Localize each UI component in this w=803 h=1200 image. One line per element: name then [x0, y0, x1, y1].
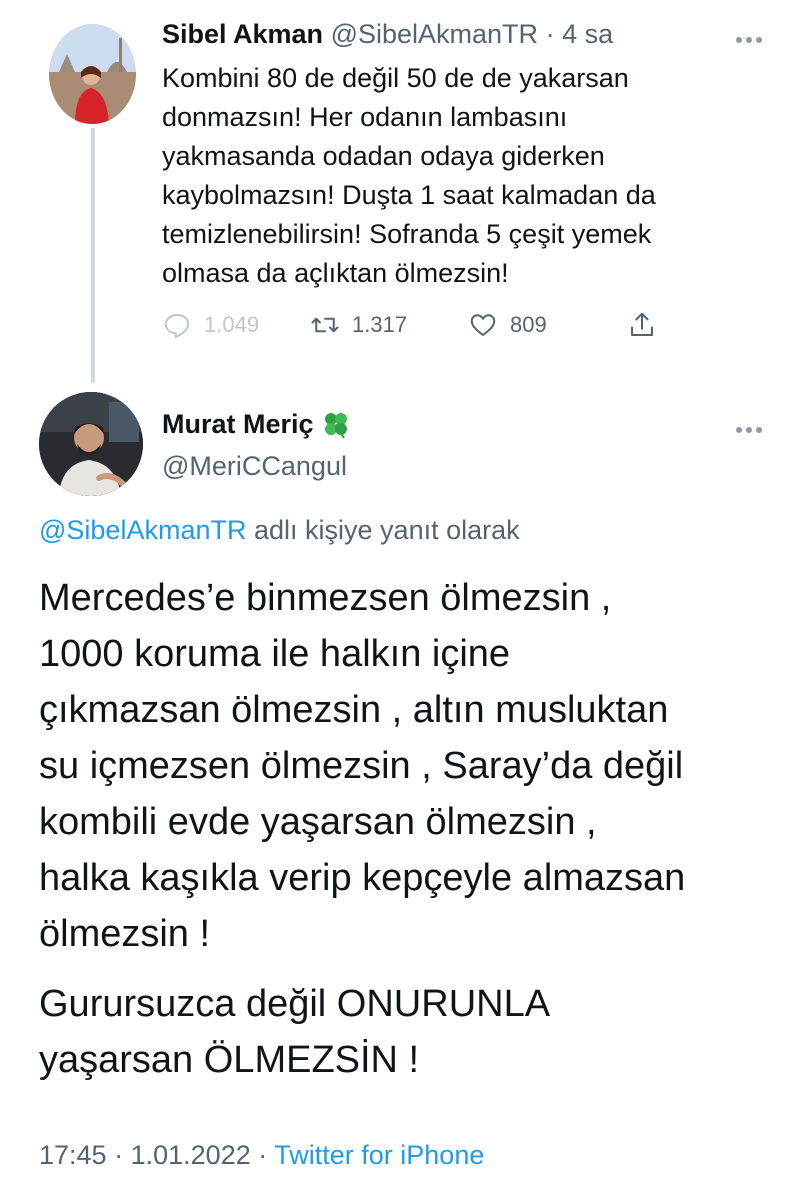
more-horizontal-icon	[736, 37, 762, 43]
tweet-text-line: temizlenebilirsin! Sofranda 5 çeşit yeme…	[162, 219, 652, 249]
reply-icon	[164, 313, 190, 339]
tweet-text-line: Mercedes’e binmezsen ölmezsin ,	[39, 577, 612, 619]
reply-button[interactable]: 1.049	[162, 310, 259, 340]
more-options-button[interactable]	[735, 24, 763, 50]
tweet-text-line: olmasa da açlıktan ölmezsin!	[162, 258, 509, 288]
author-name-row[interactable]: Murat Meriç	[162, 408, 352, 440]
parent-tweet-header: Sibel Akman @SibelAkmanTR · 4 sa	[162, 18, 613, 50]
retweet-icon	[311, 317, 339, 333]
replying-to-mention[interactable]: @SibelAkmanTR	[39, 515, 246, 545]
tweet-text-line: donmazsın! Her odanın lambasını	[162, 102, 568, 132]
more-horizontal-icon	[736, 427, 762, 433]
four-leaf-clover-icon	[324, 413, 347, 439]
tweet-text-line: kombili evde yaşarsan ölmezsin ,	[39, 801, 597, 843]
author-name[interactable]: Murat Meriç	[162, 409, 314, 440]
like-button[interactable]: 809	[468, 310, 547, 340]
tweet-text-line: kaybolmazsın! Duşta 1 saat kalmadan da	[162, 180, 656, 210]
tweet-text-line: 1000 koruma ile halkın içine	[39, 633, 511, 675]
retweet-count: 1.317	[352, 312, 408, 337]
parent-tweet-text: Kombini 80 de değil 50 de de yakarsan do…	[162, 59, 762, 293]
tweet-source-link[interactable]: Twitter for iPhone	[274, 1140, 484, 1170]
replying-to-label: adlı kişiye yanıt olarak	[254, 515, 520, 545]
avatar[interactable]	[49, 24, 136, 124]
separator-dot: ·	[258, 1140, 268, 1170]
more-options-button[interactable]	[735, 414, 763, 440]
reply-tweet-text: Mercedes’e binmezsen ölmezsin , 1000 kor…	[39, 570, 779, 1088]
tweet-time[interactable]: 4 sa	[562, 19, 613, 49]
separator-dot: ·	[545, 19, 555, 49]
avatar[interactable]	[39, 392, 143, 496]
tweet-text-line: su içmezsen ölmezsin , Saray’da değil	[39, 745, 684, 787]
tweet-text-line: yaşarsan ÖLMEZSİN !	[39, 1039, 420, 1081]
tweet-text-line: Kombini 80 de değil 50 de de yakarsan	[162, 63, 629, 93]
reply-count: 1.049	[204, 312, 260, 337]
tweet-text-line: ölmezsin !	[39, 913, 211, 955]
author-name[interactable]: Sibel Akman	[162, 19, 323, 49]
retweet-button[interactable]: 1.317	[310, 310, 407, 340]
parent-tweet[interactable]: Sibel Akman @SibelAkmanTR · 4 sa Kombini…	[0, 0, 803, 380]
tweet-text-line: Gurursuzca değil ONURUNLA	[39, 983, 551, 1025]
replying-to-line: @SibelAkmanTR adlı kişiye yanıt olarak	[39, 515, 520, 546]
author-handle[interactable]: @SibelAkmanTR	[331, 19, 538, 49]
tweet-date[interactable]: 1.01.2022	[131, 1140, 251, 1170]
share-button[interactable]	[627, 310, 657, 340]
author-handle[interactable]: @MeriCCangul	[162, 451, 347, 482]
separator-dot: ·	[114, 1140, 124, 1170]
like-count: 809	[510, 312, 547, 337]
tweet-paragraph: Mercedes’e binmezsen ölmezsin , 1000 kor…	[39, 570, 779, 962]
tweet-metadata: 17:45 · 1.01.2022 · Twitter for iPhone	[39, 1140, 484, 1171]
tweet-text-line: yakmasanda odadan odaya giderken	[162, 141, 605, 171]
heart-icon	[470, 314, 496, 336]
tweet-text-line: çıkmazsan ölmezsin , altın musluktan	[39, 689, 669, 731]
tweet-time[interactable]: 17:45	[39, 1140, 107, 1170]
avatar-photo-sibel	[49, 24, 136, 124]
share-icon	[631, 312, 653, 336]
tweet-paragraph: Gurursuzca değil ONURUNLA yaşarsan ÖLMEZ…	[39, 976, 779, 1088]
avatar-photo-murat	[39, 392, 143, 496]
tweet-text-line: halka kaşıkla verip kepçeyle almazsan	[39, 857, 686, 899]
